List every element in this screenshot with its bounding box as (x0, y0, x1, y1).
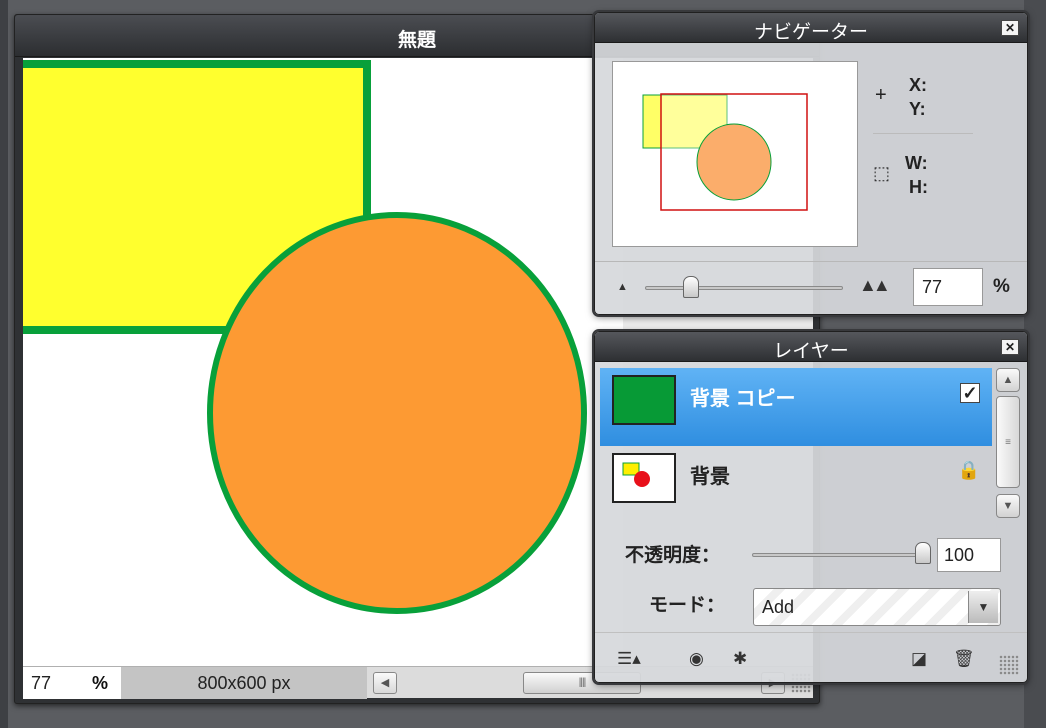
workspace-edge-left (0, 0, 8, 728)
new-layer-icon[interactable]: ◪ (911, 649, 927, 669)
lock-icon[interactable]: 🔒 (958, 460, 980, 481)
trash-icon[interactable]: 🗑 (953, 649, 975, 669)
layers-panel: レイヤー ✕ 背景 コピー ✓ 背景 🔒 ▲ ≡ ▼ 不透明度： 100 モード… (592, 329, 1030, 685)
scroll-up-button[interactable]: ▲ (996, 368, 1020, 392)
close-icon: ✕ (1004, 21, 1016, 35)
opacity-label: 不透明度： (625, 545, 721, 566)
chevron-left-icon: ◀ (380, 677, 390, 689)
navigator-zoom-bar: ▲ ▲▲ 77 % (595, 261, 1027, 315)
layer-name: 背景 (690, 466, 730, 488)
opacity-input[interactable]: 100 (937, 538, 1001, 572)
navigator-zoom-input[interactable]: 77 (913, 268, 983, 306)
navigator-divider (873, 133, 973, 134)
navigator-coordinates: + X: Y: ⬚ W: H: (873, 75, 1013, 197)
x-label: X: (909, 75, 927, 95)
navigator-zoom-slider-thumb[interactable] (682, 276, 699, 298)
scroll-down-button[interactable]: ▼ (996, 494, 1020, 518)
layer-thumbnail (612, 375, 676, 425)
opacity-slider-thumb[interactable] (915, 542, 931, 564)
checkmark-icon: ✓ (962, 383, 978, 403)
thumbnail-ellipse (696, 123, 772, 201)
navigator-close-button[interactable]: ✕ (1001, 20, 1019, 36)
layer-visibility-checkbox[interactable]: ✓ (960, 383, 980, 403)
navigator-zoom-slider[interactable] (645, 286, 843, 290)
crosshair-icon: + (875, 84, 887, 106)
layer-mask-icon[interactable]: ◉ (689, 649, 704, 669)
scroll-left-button[interactable]: ◀ (373, 672, 397, 694)
layers-close-button[interactable]: ✕ (1001, 339, 1019, 355)
layers-titlebar[interactable]: レイヤー ✕ (595, 332, 1027, 362)
blend-mode-select[interactable]: Add ▼ (753, 588, 1001, 626)
navigator-title: ナビゲーター (753, 22, 868, 43)
dropdown-arrow-icon[interactable]: ▼ (968, 591, 998, 623)
document-canvas[interactable] (23, 58, 623, 666)
layers-title: レイヤー (773, 341, 849, 362)
layers-scroll-thumb[interactable]: ≡ (996, 396, 1020, 488)
chevron-up-icon: ▲ (1002, 374, 1014, 386)
document-zoom-input[interactable]: 77 (23, 667, 79, 699)
layer-effects-icon[interactable]: ✱ (733, 649, 747, 669)
navigator-preview[interactable] (612, 61, 858, 247)
navigator-zoom-unit: % (993, 276, 1010, 297)
grip-icon: |||| (578, 677, 586, 688)
navigator-panel: ナビゲーター ✕ + X: Y: ⬚ W: H: ▲ ▲▲ 77 % (592, 10, 1030, 317)
orange-ellipse-shape (207, 212, 587, 614)
zoom-in-icon[interactable]: ▲▲ (859, 275, 891, 296)
selection-size-icon: ⬚ (873, 163, 891, 183)
close-icon: ✕ (1004, 340, 1016, 354)
background-layer-preview (622, 462, 650, 487)
layer-adjust-icon[interactable]: ☰▴ (617, 649, 641, 669)
h-label: H: (909, 177, 928, 197)
grip-icon: ≡ (1005, 437, 1011, 448)
opacity-slider[interactable] (752, 553, 922, 557)
canvas-artwork (23, 60, 587, 614)
layer-thumbnail (612, 453, 676, 503)
layer-row-background-copy[interactable]: 背景 コピー ✓ (600, 368, 992, 446)
blend-mode-value: Add (762, 597, 795, 617)
y-label: Y: (909, 99, 926, 119)
layer-name: 背景 コピー (690, 388, 796, 410)
panel-resize-grip-icon[interactable] (999, 655, 1019, 675)
navigator-thumbnail (642, 93, 808, 211)
w-label: W: (905, 153, 928, 173)
layers-footer-toolbar: ☰▴ ◉ ✱ ◪ 🗑 (595, 632, 1027, 682)
document-size-label: 800x600 px (121, 667, 367, 699)
navigator-titlebar[interactable]: ナビゲーター ✕ (595, 13, 1027, 43)
layer-row-background[interactable]: 背景 🔒 (600, 446, 992, 524)
layers-vertical-scrollbar[interactable]: ▲ ≡ ▼ (994, 368, 1022, 522)
mode-label: モード： (649, 595, 726, 616)
chevron-down-icon: ▼ (1002, 500, 1014, 512)
document-zoom-unit: % (79, 667, 121, 699)
zoom-out-icon[interactable]: ▲ (617, 281, 628, 293)
